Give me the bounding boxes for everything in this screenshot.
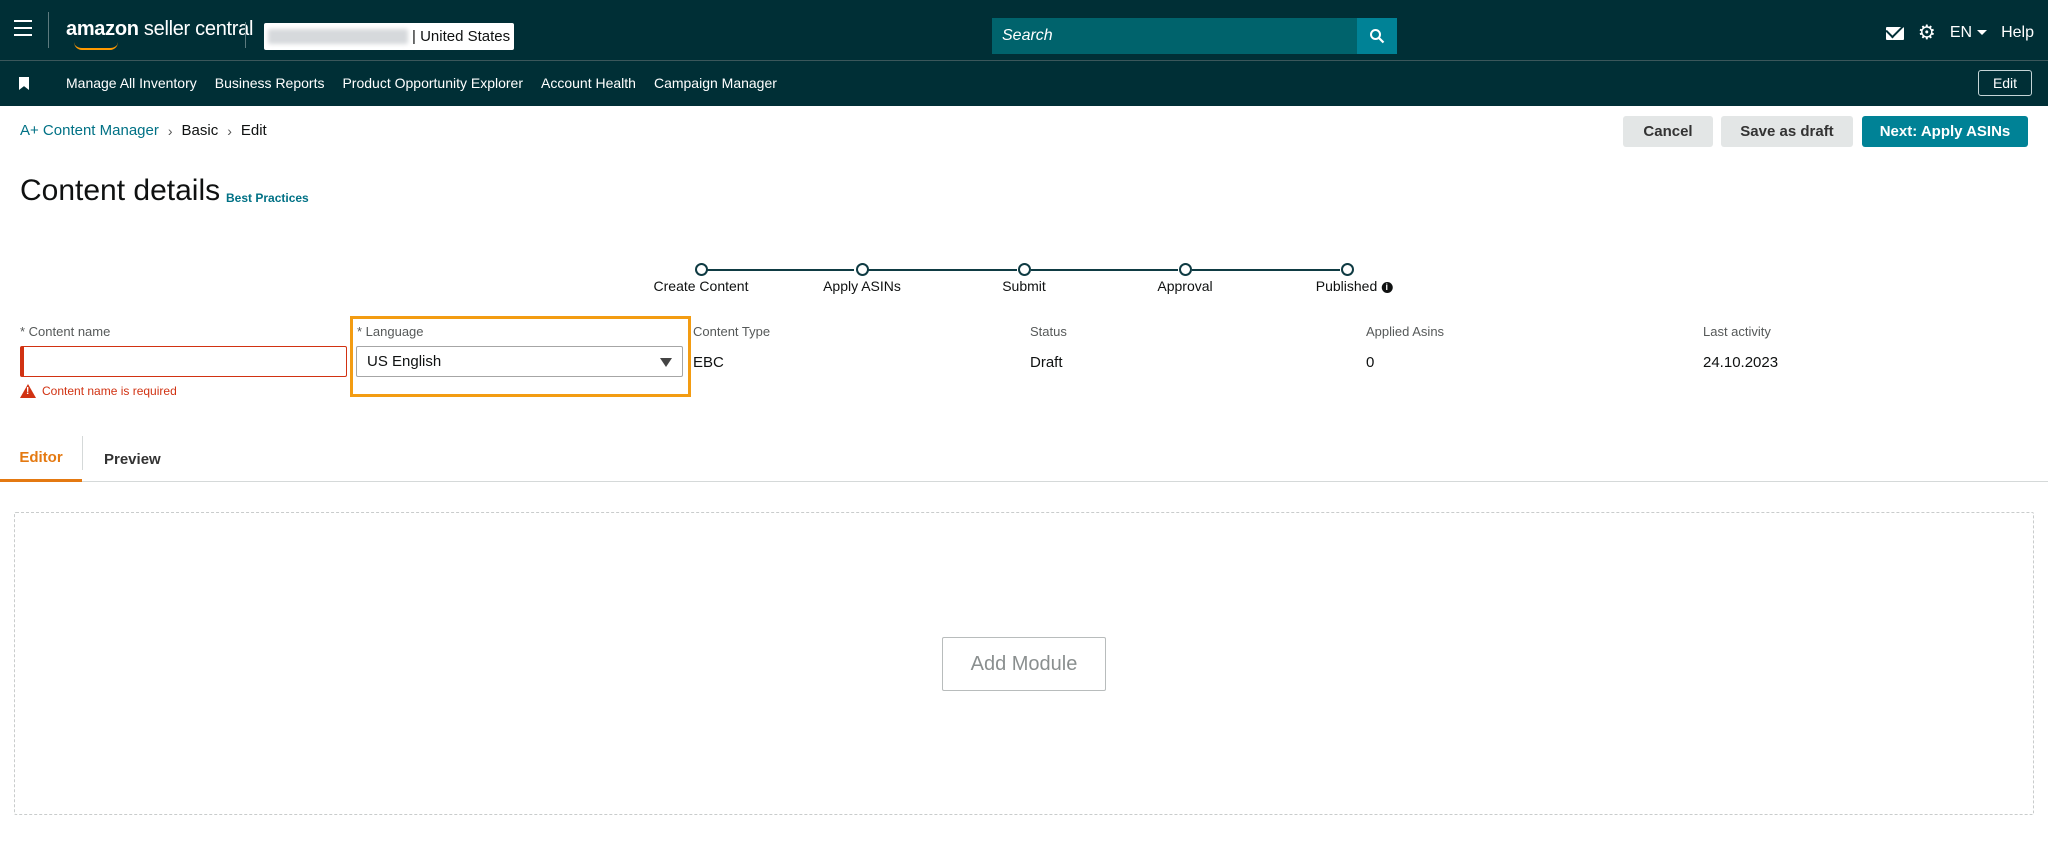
step-label-published: Published i bbox=[1316, 278, 1393, 294]
language-label: * Language bbox=[357, 324, 424, 339]
chevron-down-icon bbox=[1977, 30, 1988, 36]
step-connector bbox=[707, 269, 854, 271]
language-select[interactable]: US English bbox=[356, 346, 683, 377]
nav-item-campaign-manager[interactable]: Campaign Manager bbox=[654, 75, 777, 91]
step-label-approval: Approval bbox=[1157, 278, 1213, 294]
search-button[interactable] bbox=[1357, 18, 1397, 54]
page-title: Content details bbox=[20, 174, 221, 207]
last-activity-value: 24.10.2023 bbox=[1703, 354, 1779, 371]
content-name-input[interactable] bbox=[20, 346, 347, 377]
search-placeholder: Search bbox=[1002, 27, 1053, 44]
nav-item-manage-inventory[interactable]: Manage All Inventory bbox=[66, 75, 197, 91]
tab-preview[interactable]: Preview bbox=[104, 436, 161, 482]
store-selector[interactable]: | United States bbox=[264, 23, 514, 50]
nav-item-business-reports[interactable]: Business Reports bbox=[215, 75, 325, 91]
breadcrumb-basic[interactable]: Basic bbox=[182, 122, 219, 139]
step-dot-approval bbox=[1179, 263, 1192, 276]
applied-asins-label: Applied Asins bbox=[1366, 324, 1445, 339]
step-connector bbox=[1192, 269, 1340, 271]
mail-icon[interactable] bbox=[1885, 26, 1904, 40]
status-label: Status bbox=[1030, 324, 1067, 339]
warning-icon bbox=[20, 384, 36, 398]
dropdown-caret-icon bbox=[660, 358, 672, 367]
seller-central-logo[interactable]: amazon seller central bbox=[66, 18, 253, 50]
chevron-right-icon: › bbox=[167, 122, 173, 139]
step-connector bbox=[868, 269, 1017, 271]
tab-editor[interactable]: Editor bbox=[0, 436, 82, 482]
step-dot-submit bbox=[1018, 263, 1031, 276]
last-activity-label: Last activity bbox=[1703, 324, 1771, 339]
nav-links: Manage All Inventory Business Reports Pr… bbox=[66, 75, 777, 91]
store-marketplace: | United States bbox=[412, 28, 511, 45]
search-icon bbox=[1370, 29, 1385, 44]
nav-edit-button[interactable]: Edit bbox=[1978, 70, 2032, 96]
tab-divider bbox=[82, 436, 83, 470]
step-connector bbox=[1031, 269, 1178, 271]
info-icon[interactable]: i bbox=[1381, 281, 1393, 293]
save-draft-button[interactable]: Save as draft bbox=[1721, 116, 1853, 147]
menu-icon[interactable] bbox=[14, 20, 34, 40]
store-name-blurred bbox=[268, 29, 408, 44]
divider bbox=[48, 12, 49, 48]
gear-icon[interactable]: ⚙ bbox=[1918, 23, 1936, 43]
chevron-right-icon: › bbox=[227, 122, 232, 139]
step-label-create: Create Content bbox=[653, 278, 749, 294]
step-label-submit: Submit bbox=[1002, 278, 1046, 294]
language-selector[interactable]: EN bbox=[1950, 24, 1988, 42]
status-value: Draft bbox=[1030, 354, 1063, 371]
step-dot-apply bbox=[856, 263, 869, 276]
step-dot-published bbox=[1341, 263, 1354, 276]
breadcrumb-edit: Edit bbox=[240, 122, 267, 139]
step-label-apply: Apply ASINs bbox=[823, 278, 901, 294]
divider bbox=[245, 22, 246, 48]
content-type-label: Content Type bbox=[693, 324, 771, 339]
logo-smile-icon bbox=[74, 42, 118, 50]
content-name-error: Content name is required bbox=[20, 384, 177, 398]
step-dot-create bbox=[695, 263, 708, 276]
cancel-button[interactable]: Cancel bbox=[1623, 116, 1713, 147]
next-apply-asins-button[interactable]: Next: Apply ASINs bbox=[1862, 116, 2028, 147]
content-type-value: EBC bbox=[693, 354, 724, 371]
editor-tabs: Editor Preview bbox=[0, 436, 2048, 482]
breadcrumb: A+ Content Manager › Basic › Edit bbox=[20, 122, 267, 139]
nav-item-account-health[interactable]: Account Health bbox=[541, 75, 636, 91]
content-name-label: * Content name bbox=[20, 324, 111, 339]
best-practices-link[interactable]: Best Practices bbox=[226, 191, 309, 205]
nav-item-product-opportunity[interactable]: Product Opportunity Explorer bbox=[342, 75, 523, 91]
header-right-controls: ⚙ EN Help bbox=[1885, 23, 2034, 43]
breadcrumb-content-manager[interactable]: A+ Content Manager bbox=[20, 122, 159, 139]
applied-asins-value: 0 bbox=[1366, 354, 1375, 371]
progress-stepper: Create Content Apply ASINs Submit Approv… bbox=[0, 262, 2048, 302]
help-link[interactable]: Help bbox=[2001, 24, 2034, 42]
search-input[interactable]: Search bbox=[992, 18, 1357, 54]
add-module-button[interactable]: Add Module bbox=[942, 637, 1106, 691]
